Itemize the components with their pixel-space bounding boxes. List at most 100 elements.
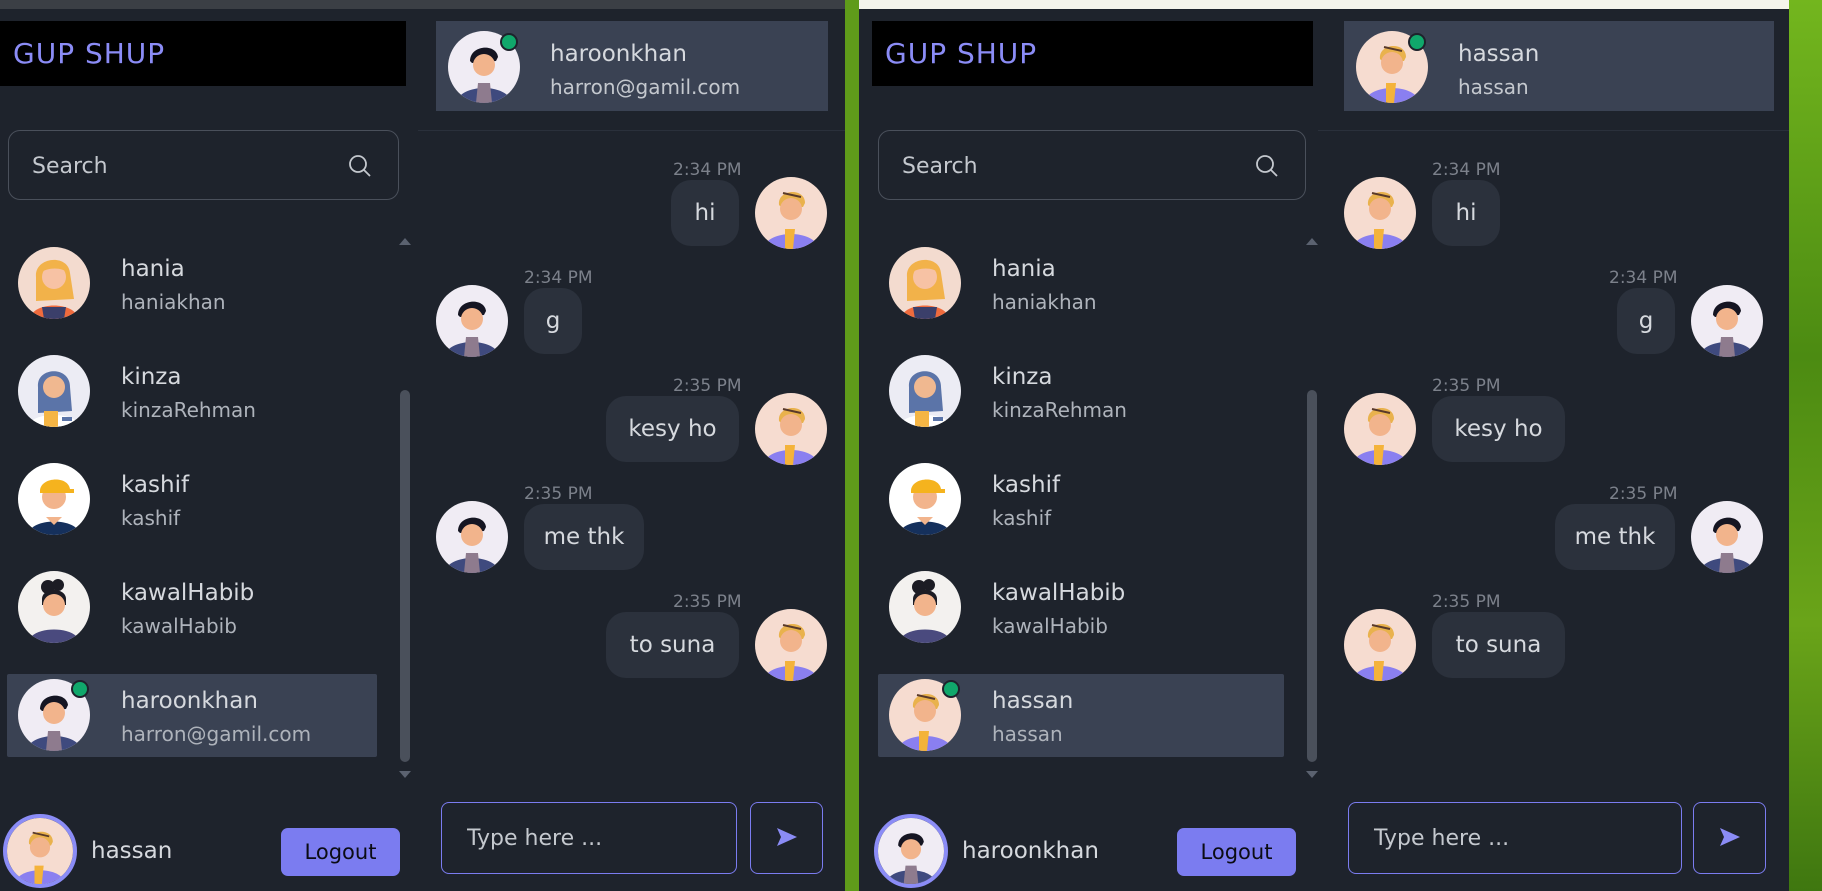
- contact-username: kashif: [992, 506, 1052, 530]
- contact-username: kawalHabib: [992, 614, 1108, 638]
- avatar: [874, 814, 948, 888]
- chat-header: haroonkhan harron@gamil.com: [436, 21, 828, 111]
- scrollbar[interactable]: [399, 238, 411, 778]
- avatar: [18, 247, 90, 319]
- contact-item-kawal[interactable]: kawalHabib kawalHabib: [878, 566, 1284, 649]
- contact-name: kawalHabib: [992, 580, 1126, 606]
- scroll-down-arrow-icon[interactable]: [1306, 771, 1318, 778]
- message-timestamp: 2:35 PM: [673, 592, 742, 612]
- message-timestamp: 2:35 PM: [1609, 484, 1678, 504]
- avatar: [889, 463, 961, 535]
- message-timestamp: 2:35 PM: [1432, 376, 1501, 396]
- logout-button[interactable]: Logout: [281, 828, 400, 876]
- message-outgoing: 2:34 PM g: [1318, 268, 1789, 368]
- search-icon[interactable]: [348, 154, 372, 182]
- contact-item-haroon[interactable]: haroonkhan harron@gamil.com: [7, 674, 377, 757]
- scrollbar-thumb[interactable]: [1307, 390, 1317, 762]
- message-bubble: g: [524, 288, 582, 354]
- chat-header-email: hassan: [1458, 75, 1529, 99]
- avatar: [889, 355, 961, 427]
- contact-name: kinza: [992, 364, 1053, 390]
- logout-button[interactable]: Logout: [1177, 828, 1296, 876]
- message-bubble: kesy ho: [1432, 396, 1565, 462]
- contact-item-kashif[interactable]: kashif kashif: [878, 458, 1284, 541]
- message-input[interactable]: [441, 802, 737, 874]
- message-timestamp: 2:34 PM: [1432, 160, 1501, 180]
- composer: [441, 802, 825, 876]
- chat-app-window: GUP SHUP haniahaniakhankinzakinzaRehmank…: [0, 0, 845, 891]
- message-outgoing: 2:35 PM me thk: [1318, 484, 1789, 584]
- message-incoming: 2:34 PM hi: [1318, 160, 1789, 260]
- online-indicator: [500, 33, 518, 51]
- online-indicator: [942, 680, 960, 698]
- contact-item-kinza[interactable]: kinza kinzaRehman: [878, 350, 1284, 433]
- message-bubble: me thk: [1555, 504, 1675, 570]
- message-incoming: 2:35 PM kesy ho: [1318, 376, 1789, 476]
- avatar: [889, 247, 961, 319]
- divider: [418, 130, 845, 131]
- contact-item-kawal[interactable]: kawalHabib kawalHabib: [7, 566, 377, 649]
- chat-app-window: GUP SHUP haniahaniakhankinzakinzaRehmank…: [859, 0, 1789, 891]
- chat-header: hassan hassan: [1344, 21, 1774, 111]
- avatar: [1344, 177, 1416, 249]
- send-icon: [1719, 827, 1740, 846]
- app-logo: GUP SHUP: [872, 21, 1313, 86]
- message-incoming: 2:35 PM me thk: [418, 484, 845, 584]
- search-icon[interactable]: [1255, 154, 1279, 182]
- chat-header-name: hassan: [1458, 41, 1540, 67]
- message-timestamp: 2:35 PM: [1432, 592, 1501, 612]
- contact-item-hania[interactable]: hania haniakhan: [7, 242, 377, 325]
- message-incoming: 2:35 PM to suna: [1318, 592, 1789, 692]
- search-box: [8, 130, 399, 201]
- chat-header-name: haroonkhan: [550, 41, 687, 67]
- send-button[interactable]: [750, 802, 823, 874]
- avatar: [436, 285, 508, 357]
- message-bubble: kesy ho: [606, 396, 739, 462]
- contact-username: hassan: [992, 722, 1063, 746]
- contact-name: hassan: [992, 688, 1074, 714]
- contact-username: haniakhan: [992, 290, 1097, 314]
- scroll-down-arrow-icon[interactable]: [399, 771, 411, 778]
- avatar: [1344, 609, 1416, 681]
- contact-item-kinza[interactable]: kinza kinzaRehman: [7, 350, 377, 433]
- app-logo: GUP SHUP: [0, 21, 406, 86]
- current-user-bar: hassan Logout: [0, 810, 418, 891]
- avatar: [18, 571, 90, 643]
- message-bubble: to suna: [606, 612, 739, 678]
- desktop-background: [1789, 0, 1822, 891]
- online-indicator: [1408, 33, 1426, 51]
- divider: [1318, 130, 1789, 131]
- sidebar: GUP SHUP haniahaniakhankinzakinzaRehmank…: [859, 0, 1318, 891]
- search-input[interactable]: [9, 131, 354, 201]
- contact-username: kinzaRehman: [121, 398, 256, 422]
- search-input[interactable]: [879, 131, 1264, 201]
- message-input[interactable]: [1348, 802, 1682, 874]
- scroll-up-arrow-icon[interactable]: [399, 238, 411, 245]
- avatar: [3, 814, 77, 888]
- contact-item-hassan[interactable]: hassan hassan: [878, 674, 1284, 757]
- chat-header-email: harron@gamil.com: [550, 75, 741, 99]
- contact-name: haroonkhan: [121, 688, 258, 714]
- contact-name: kashif: [992, 472, 1061, 498]
- scroll-up-arrow-icon[interactable]: [1306, 238, 1318, 245]
- contact-item-kashif[interactable]: kashif kashif: [7, 458, 377, 541]
- contact-name: kashif: [121, 472, 190, 498]
- contact-item-hania[interactable]: hania haniakhan: [878, 242, 1284, 325]
- avatar: [755, 177, 827, 249]
- scrollbar[interactable]: [1306, 238, 1318, 778]
- contact-username: kinzaRehman: [992, 398, 1127, 422]
- contact-name: kinza: [121, 364, 182, 390]
- desktop-background: [845, 0, 859, 891]
- message-timestamp: 2:34 PM: [673, 160, 742, 180]
- message-bubble: to suna: [1432, 612, 1565, 678]
- sidebar: GUP SHUP haniahaniakhankinzakinzaRehmank…: [0, 0, 418, 891]
- avatar: [889, 571, 961, 643]
- message-incoming: 2:34 PM g: [418, 268, 845, 368]
- current-user-bar: haroonkhan Logout: [871, 810, 1296, 891]
- send-button[interactable]: [1693, 802, 1766, 874]
- composer: [1348, 802, 1766, 876]
- message-timestamp: 2:34 PM: [524, 268, 593, 288]
- message-bubble: hi: [1432, 180, 1500, 246]
- scrollbar-thumb[interactable]: [400, 390, 410, 762]
- contact-name: hania: [121, 256, 185, 282]
